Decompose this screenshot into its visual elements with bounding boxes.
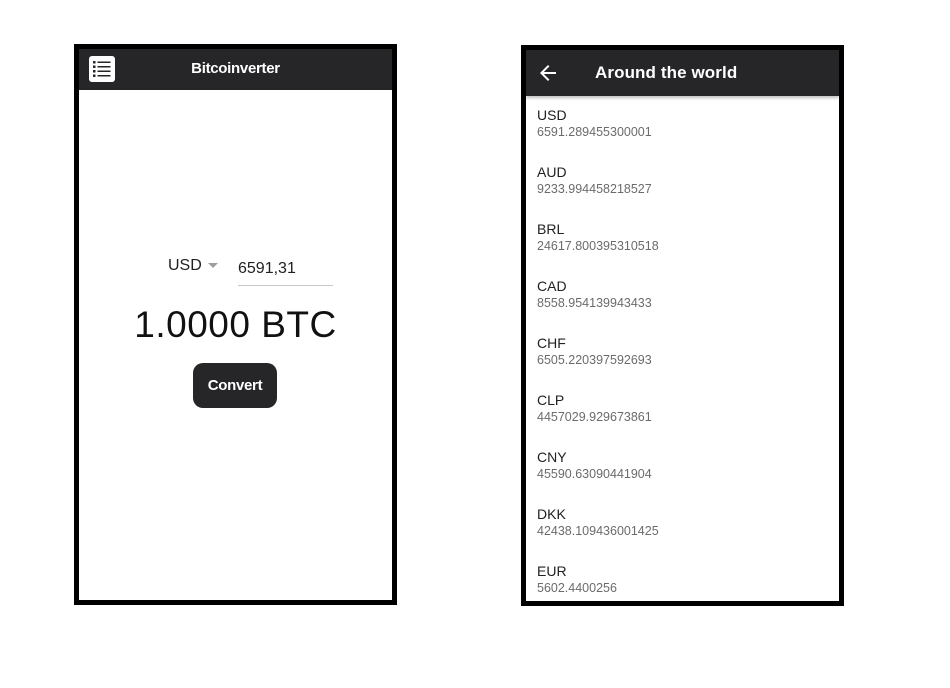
btc-result: 1.0000 BTC bbox=[134, 304, 337, 345]
amount-input[interactable] bbox=[238, 252, 333, 286]
rate-item-cny[interactable]: CNY 45590.63090441904 bbox=[526, 438, 839, 495]
rate-value: 6591.289455300001 bbox=[537, 125, 652, 139]
rate-code: CLP bbox=[537, 392, 565, 408]
convert-button[interactable]: Convert bbox=[193, 363, 277, 408]
caret-down-icon bbox=[207, 262, 218, 268]
rate-value: 8558.954139943433 bbox=[537, 296, 652, 310]
currency-dropdown[interactable]: USD bbox=[168, 255, 218, 277]
rate-code: AUD bbox=[537, 164, 567, 180]
arrow-back-icon bbox=[540, 65, 556, 81]
rate-code: DKK bbox=[537, 506, 566, 522]
rate-item-clp[interactable]: CLP 4457029.929673861 bbox=[526, 381, 839, 438]
rate-value: 42438.109436001425 bbox=[537, 524, 659, 538]
converter-screen: Bitcoinverter USD 1.0000 BTC Convert bbox=[79, 49, 392, 600]
rate-value: 6505.220397592693 bbox=[537, 353, 652, 367]
screen-title: Around the world bbox=[595, 63, 738, 82]
rate-value: 5602.4400256 bbox=[537, 581, 617, 595]
world-app-bar: Around the world bbox=[526, 50, 839, 96]
app-title: Bitcoinverter bbox=[191, 60, 280, 77]
currency-selected-value: USD bbox=[168, 257, 202, 274]
rate-item-eur[interactable]: EUR 5602.4400256 bbox=[526, 552, 839, 601]
converter-app-bar: Bitcoinverter bbox=[79, 49, 392, 90]
rate-value: 4457029.929673861 bbox=[537, 410, 652, 424]
rate-item-cad[interactable]: CAD 8558.954139943433 bbox=[526, 267, 839, 324]
rate-item-aud[interactable]: AUD 9233.994458218527 bbox=[526, 153, 839, 210]
rate-code: BRL bbox=[537, 221, 565, 237]
rate-item-usd[interactable]: USD 6591.289455300001 bbox=[526, 96, 839, 153]
world-phone-frame: Around the world USD 6591.289455300001 A… bbox=[521, 45, 844, 606]
rate-code: USD bbox=[537, 107, 567, 123]
rate-value: 45590.63090441904 bbox=[537, 467, 652, 481]
rate-code: CNY bbox=[537, 449, 567, 465]
rate-code: CAD bbox=[537, 278, 567, 294]
back-button[interactable] bbox=[536, 61, 560, 85]
world-screen: Around the world USD 6591.289455300001 A… bbox=[526, 50, 839, 601]
converter-phone-frame: Bitcoinverter USD 1.0000 BTC Convert bbox=[74, 44, 397, 605]
rate-list: USD 6591.289455300001 AUD 9233.994458218… bbox=[526, 96, 839, 601]
rate-item-brl[interactable]: BRL 24617.800395310518 bbox=[526, 210, 839, 267]
rate-code: EUR bbox=[537, 563, 567, 579]
rate-item-chf[interactable]: CHF 6505.220397592693 bbox=[526, 324, 839, 381]
rate-value: 24617.800395310518 bbox=[537, 239, 659, 253]
rate-code: CHF bbox=[537, 335, 566, 351]
rate-item-dkk[interactable]: DKK 42438.109436001425 bbox=[526, 495, 839, 552]
rate-value: 9233.994458218527 bbox=[537, 182, 652, 196]
